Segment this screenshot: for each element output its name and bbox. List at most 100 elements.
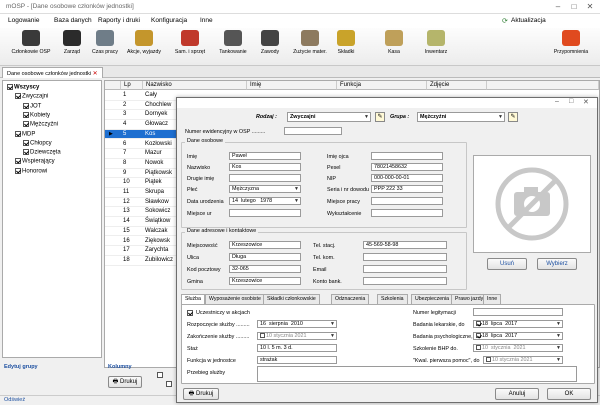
column-checkbox[interactable]	[157, 372, 163, 378]
tree-checkbox[interactable]	[23, 149, 29, 156]
detail-tab[interactable]: Prawo jazdy	[451, 294, 488, 304]
tree-checkbox[interactable]	[7, 84, 13, 90]
rodzaj-select[interactable]: Zwyczajni ▼	[287, 112, 371, 122]
dialog-print-button[interactable]: 🖶 Drukuj	[183, 388, 219, 400]
tree-item[interactable]: Honorowi	[15, 167, 47, 174]
ulica-input[interactable]: Długa	[229, 253, 301, 261]
table-row[interactable]: 7 Mazur	[105, 149, 185, 159]
toolbar-button-10[interactable]: Inwentarz	[418, 30, 454, 64]
cancel-button[interactable]: Anuluj	[495, 388, 539, 400]
table-row[interactable]: 15 Walczak	[105, 227, 185, 237]
tree-item[interactable]: Wspierający	[15, 158, 55, 165]
table-row[interactable]: 2 Chochlew	[105, 101, 185, 111]
toolbar-button-0[interactable]: Członkowie OSP	[8, 30, 54, 64]
table-row[interactable]: 9 Piątkowsk	[105, 169, 185, 179]
toolbar-button-4[interactable]: Sam. i sprzęt	[170, 30, 210, 64]
toolbar-button-6[interactable]: Zawody	[256, 30, 284, 64]
choose-photo-button[interactable]: Wybierz	[537, 258, 577, 270]
close-tab-icon[interactable]: ✕	[93, 71, 98, 77]
ok-button[interactable]: OK	[547, 388, 591, 400]
refresh-link[interactable]: Odświeź	[4, 397, 25, 403]
edit-pencil-icon[interactable]: ✎	[375, 112, 385, 122]
konto-input[interactable]	[363, 277, 447, 285]
tree-checkbox[interactable]	[23, 139, 29, 146]
tel-stac-input[interactable]: 45-569-58-98	[363, 241, 447, 249]
tree-checkbox[interactable]	[23, 102, 29, 109]
menu-raporty[interactable]: Raporty i druki	[98, 17, 140, 24]
menu-baza-danych[interactable]: Baza danych	[54, 17, 92, 24]
update-menu[interactable]: Aktualizacja	[511, 17, 546, 24]
toolbar-button-8[interactable]: Składki	[334, 30, 358, 64]
detail-tab[interactable]: Inne	[483, 294, 502, 304]
tab-members-data[interactable]: Dane osobowe członków jednostki ✕	[2, 67, 103, 78]
tree-checkbox[interactable]	[15, 93, 21, 100]
table-row[interactable]: 14 Świątkow	[105, 217, 185, 227]
imie-input[interactable]: Paweł	[229, 152, 301, 160]
tree-item[interactable]: Kobiety	[23, 111, 50, 118]
chevron-down-icon[interactable]: ▼	[330, 333, 335, 339]
bhp-checkbox[interactable]	[476, 345, 481, 351]
toolbar-button-7[interactable]: Zużycie mater.	[290, 30, 330, 64]
grid-header-funkcja[interactable]: Funkcja	[337, 81, 427, 90]
table-row[interactable]: 3 Dornyek	[105, 110, 185, 121]
table-row[interactable]: 12 Sławkow	[105, 198, 185, 208]
grid-header-nazwisko[interactable]: Nazwisko	[143, 81, 247, 90]
table-row[interactable]: 1 Cały	[105, 91, 185, 101]
menu-logowanie[interactable]: Logowanie	[8, 17, 39, 24]
close-icon[interactable]: ✕	[584, 2, 596, 12]
kod-input[interactable]: 32-065	[229, 265, 301, 273]
dialog-maximize-icon[interactable]: □	[569, 98, 573, 105]
miejsce-pracy-input[interactable]	[371, 197, 443, 205]
delete-photo-button[interactable]: Usuń	[487, 258, 527, 270]
toolbar-button-2[interactable]: Czas pracy	[92, 30, 118, 64]
toolbar-button-11[interactable]: Przypomnienia	[546, 30, 596, 64]
bhp-date[interactable]: 10 stycznia 2021 ▼	[473, 344, 563, 352]
funkcja-input[interactable]: strażak	[257, 356, 337, 364]
dialog-close-icon[interactable]: ✕	[583, 98, 589, 106]
detail-tab[interactable]: Szkolenia	[377, 294, 408, 304]
data-ur-input[interactable]: 14 lutego 1978 ▼	[229, 197, 301, 205]
tree-item[interactable]: Wszyscy	[7, 84, 39, 91]
tree-checkbox[interactable]	[23, 111, 29, 118]
rozpoczecie-date[interactable]: 16 sierpnia 2010 ▼	[257, 320, 337, 328]
table-row[interactable]: 18 Zubilowicz	[105, 256, 185, 266]
badania-lek-date[interactable]: 18 lipca 2017 ▼	[473, 320, 563, 328]
kwal-date[interactable]: 10 stycznia 2021 ▼	[483, 356, 563, 364]
tree-checkbox[interactable]	[15, 167, 21, 174]
chevron-down-icon[interactable]: ▼	[556, 357, 561, 363]
maximize-icon[interactable]: □	[568, 2, 580, 12]
nr-legit-input[interactable]	[473, 308, 563, 316]
badania-lek-checkbox[interactable]	[476, 321, 481, 327]
detail-tab[interactable]: Składki członkowskie	[263, 294, 320, 304]
column-checkbox[interactable]	[165, 381, 172, 387]
kwal-checkbox[interactable]	[486, 357, 491, 363]
miejscowosc-input[interactable]: Krzeszowice	[229, 241, 301, 249]
grid-header-lp[interactable]: Lp	[121, 81, 143, 90]
tree-item[interactable]: JOT	[23, 102, 41, 109]
table-row[interactable]: 16 Ziękowsk	[105, 237, 185, 247]
staz-input[interactable]: 10 l. 5 m. 3 d.	[257, 344, 337, 352]
table-row[interactable]: 6 Kozłowski	[105, 140, 185, 150]
toolbar-button-1[interactable]: Zarząd	[58, 30, 86, 64]
tel-kom-input[interactable]	[363, 253, 447, 261]
detail-tab[interactable]: Odznaczenia	[331, 294, 370, 304]
print-button[interactable]: 🖶 Drukuj	[108, 376, 142, 388]
detail-tab[interactable]: Wyposażenie osobiste	[205, 294, 265, 304]
badania-psych-checkbox[interactable]	[476, 333, 481, 339]
zakonczenie-date[interactable]: 10 stycznia 2021 ▼	[257, 332, 337, 340]
zakonczenie-checkbox[interactable]	[260, 333, 265, 339]
wyksztalcenie-input[interactable]	[371, 209, 443, 217]
table-row[interactable]: 8 Nowok	[105, 159, 185, 169]
miejsce-ur-input[interactable]	[229, 209, 301, 217]
table-row[interactable]: 17 Zarychta	[105, 246, 185, 256]
imie-ojca-input[interactable]	[371, 152, 443, 160]
nazwisko-input[interactable]: Kos	[229, 163, 301, 171]
grupa-select[interactable]: Mężczyźni ▼	[417, 112, 505, 122]
tree-item[interactable]: MDP	[15, 130, 35, 137]
table-row[interactable]: 10 Piątek	[105, 178, 185, 188]
tree-checkbox[interactable]	[15, 130, 21, 137]
pesel-input[interactable]: 78021458632	[371, 163, 443, 171]
toolbar-button-5[interactable]: Tankowanie	[216, 30, 250, 64]
table-row[interactable]: 11 Skrupa	[105, 188, 185, 198]
grid-header-zdjecie[interactable]: Zdjęcie	[427, 81, 487, 90]
